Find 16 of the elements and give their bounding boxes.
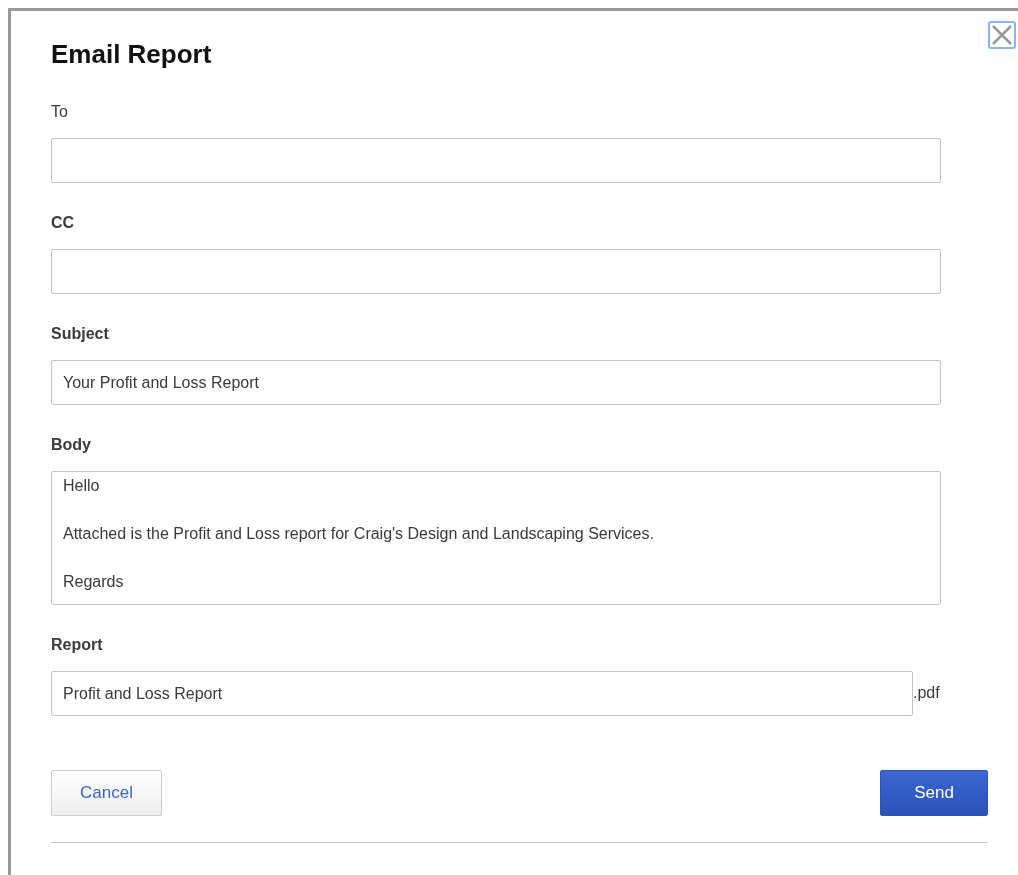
field-label: CC [51,213,75,234]
send-button[interactable]: Send [880,770,988,817]
field-label: To [51,102,68,123]
body-field[interactable]: Hello Attached is the Profit and Loss report for Craig's Design and Landscaping Services. Regards [51,471,941,606]
input-field[interactable]: Profit and Loss Report [51,671,913,717]
cancel-button[interactable]: Cancel [51,770,162,817]
input-field[interactable]: Your Profit and Loss Report [51,360,941,406]
close-button[interactable] [988,21,1016,49]
field-label: Body [51,435,91,456]
file-extension: .pdf [913,683,940,704]
field-label: Report [51,635,103,656]
input-field[interactable] [51,249,941,295]
field-label: Subject [51,324,109,345]
dialog-title: Email Report [51,39,213,71]
close-icon [991,24,1013,46]
input-field[interactable] [51,138,941,184]
